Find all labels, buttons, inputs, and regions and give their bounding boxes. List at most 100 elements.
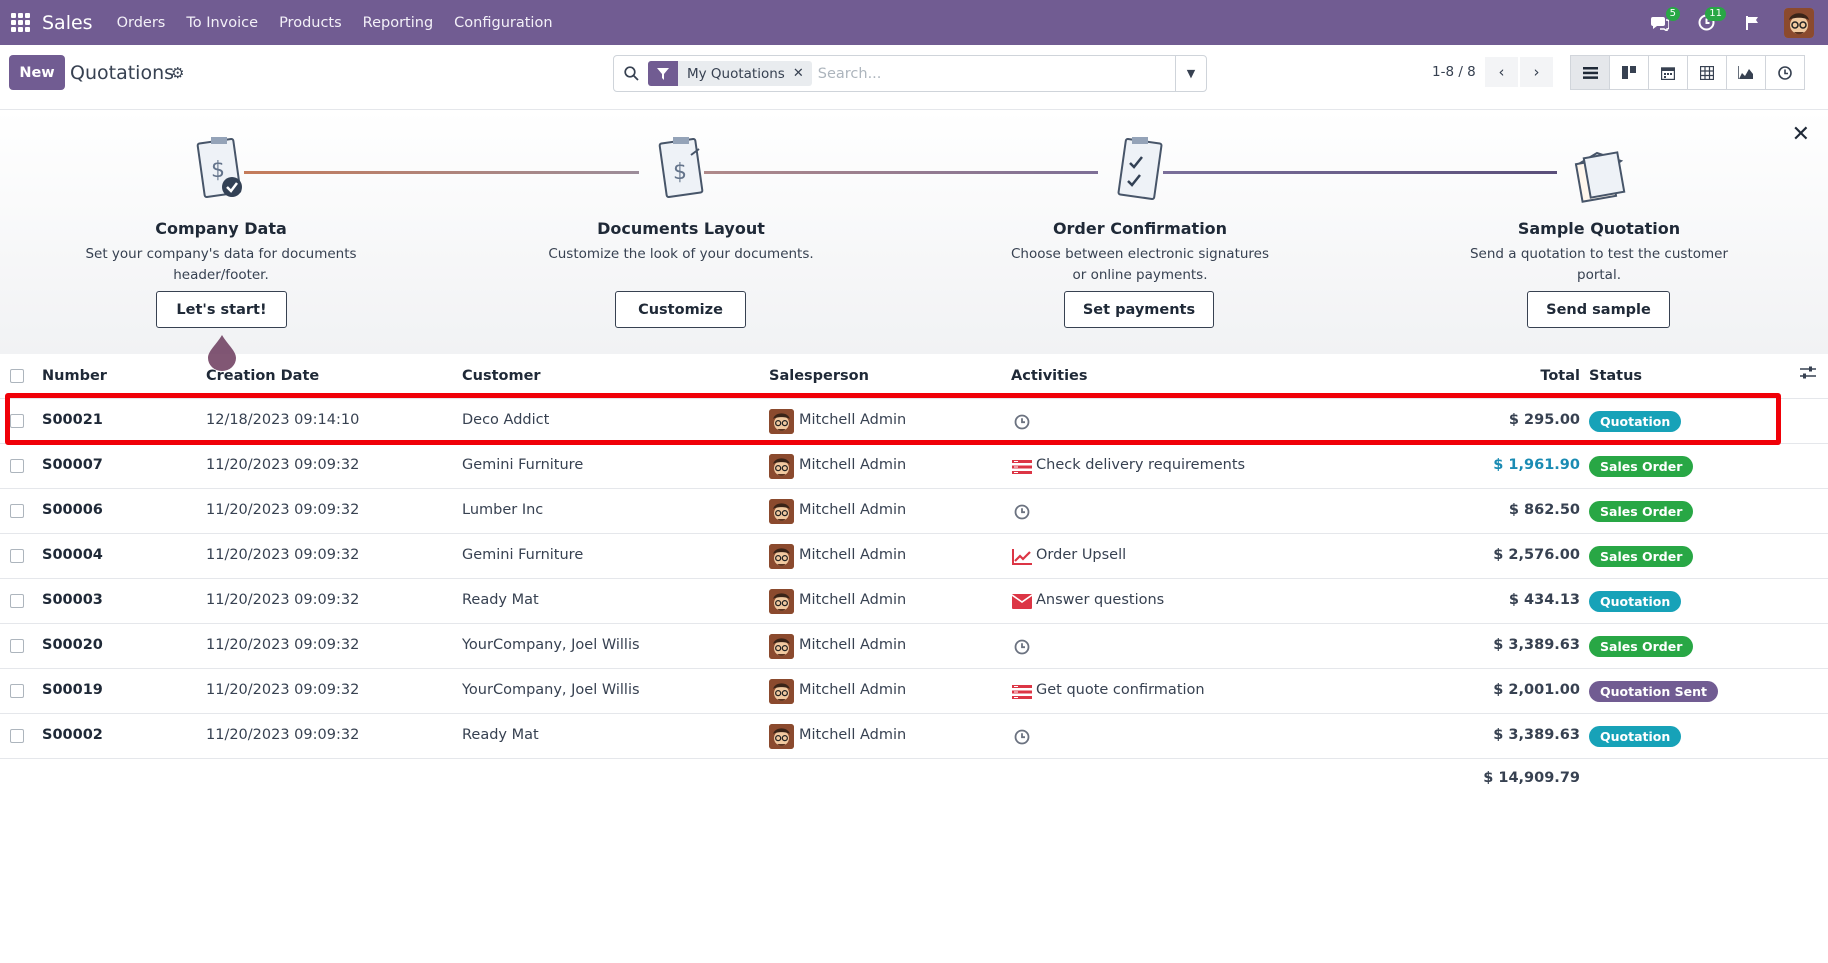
messages-count-badge: 5 — [1665, 6, 1680, 21]
send-document-icon — [1571, 135, 1627, 207]
gear-icon[interactable]: ⚙ — [171, 64, 184, 82]
step-description: Customize the look of your documents. — [531, 244, 831, 265]
step-title: Sample Quotation — [1517, 219, 1681, 238]
table-row[interactable]: S00002 11/20/2023 09:09:32 Ready Mat Mitche… — [0, 714, 1828, 759]
step-description: Set your company's data for documents he… — [71, 244, 371, 286]
search-input[interactable] — [817, 58, 1175, 89]
filter-icon — [648, 61, 678, 86]
row-checkbox[interactable] — [10, 684, 24, 698]
envelope-icon[interactable] — [1011, 591, 1032, 612]
table-row[interactable]: S00007 11/20/2023 09:09:32 Gemini Furnitur… — [0, 444, 1828, 489]
clock-icon[interactable] — [1011, 636, 1032, 657]
activities-clock-icon[interactable]: 11 — [1692, 6, 1726, 37]
new-button[interactable]: New — [9, 55, 65, 90]
step-title: Documents Layout — [597, 219, 765, 238]
salesperson-avatar — [769, 634, 794, 659]
kanban-view-button[interactable] — [1609, 55, 1649, 90]
filter-facet: My Quotations ✕ — [648, 61, 812, 86]
activity-summary[interactable]: Answer questions — [1036, 592, 1164, 608]
svg-text:$: $ — [673, 160, 687, 185]
clock-icon[interactable] — [1011, 501, 1032, 522]
activity-summary[interactable]: Order Upsell — [1036, 547, 1126, 563]
header-total[interactable]: Total — [1480, 368, 1580, 384]
header-salesperson[interactable]: Salesperson — [769, 368, 869, 384]
search-options-toggle[interactable]: ▼ — [1175, 56, 1206, 91]
activity-view-button[interactable] — [1765, 55, 1805, 90]
table-row[interactable]: S00021 12/18/2023 09:14:10 Deco Addict Mitc… — [0, 399, 1828, 444]
table-row[interactable]: S00020 11/20/2023 09:09:32 YourCompany, Jo… — [0, 624, 1828, 669]
row-checkbox[interactable] — [10, 504, 24, 518]
step-desc-line: Send a quotation to test the customer — [1469, 246, 1729, 262]
order-number: S00021 — [42, 412, 103, 428]
tasks-icon[interactable] — [1011, 456, 1032, 477]
pager-next-button[interactable]: › — [1520, 57, 1553, 87]
tasks-icon[interactable] — [1011, 681, 1032, 702]
salesperson-avatar — [769, 454, 794, 479]
step-desc-line: header/footer. — [173, 267, 269, 283]
activity-summary[interactable]: Get quote confirmation — [1036, 682, 1205, 698]
select-all-checkbox[interactable] — [10, 369, 24, 383]
activity-summary[interactable]: Check delivery requirements — [1036, 457, 1245, 473]
row-checkbox[interactable] — [10, 459, 24, 473]
set-payments-button[interactable]: Set payments — [1064, 291, 1214, 328]
step-documents-layout: $ Documents Layout Customize the look of… — [531, 135, 831, 265]
table-row[interactable]: S00006 11/20/2023 09:09:32 Lumber Inc Mitch… — [0, 489, 1828, 534]
menu-reporting[interactable]: Reporting — [363, 15, 434, 31]
messages-icon[interactable]: 5 — [1646, 6, 1680, 37]
row-checkbox[interactable] — [10, 639, 24, 653]
app-brand[interactable]: Sales — [42, 12, 93, 34]
svg-text:$: $ — [211, 158, 225, 183]
sum-total: $ 14,909.79 — [1483, 770, 1580, 786]
header-creation-date[interactable]: Creation Date — [206, 368, 319, 384]
header-customer[interactable]: Customer — [462, 368, 541, 384]
menu-to-invoice[interactable]: To Invoice — [186, 15, 258, 31]
graph-view-button[interactable] — [1726, 55, 1766, 90]
row-checkbox[interactable] — [10, 729, 24, 743]
checklist-icon — [1112, 135, 1168, 207]
calendar-view-button[interactable] — [1648, 55, 1688, 90]
pager-value[interactable]: 1-8 / 8 — [1432, 64, 1476, 80]
clock-icon[interactable] — [1011, 411, 1032, 432]
lets-start-button[interactable]: Let's start! — [156, 291, 287, 328]
pager-previous-button[interactable]: ‹ — [1485, 57, 1518, 87]
salesperson-name: Mitchell Admin — [799, 592, 907, 608]
row-checkbox[interactable] — [10, 414, 24, 428]
column-options-icon[interactable] — [1800, 366, 1816, 384]
menu-products[interactable]: Products — [279, 15, 342, 31]
send-sample-button[interactable]: Send sample — [1527, 291, 1670, 328]
step-desc-line: Customize the look of your documents. — [548, 246, 814, 262]
header-number[interactable]: Number — [42, 368, 107, 384]
table-row[interactable]: S00019 11/20/2023 09:09:32 YourCompany, Jo… — [0, 669, 1828, 714]
view-switcher — [1570, 55, 1805, 90]
apps-menu-icon[interactable] — [11, 12, 31, 33]
flag-icon[interactable] — [1738, 9, 1766, 37]
step-order-confirmation: Order Confirmation Choose between electr… — [990, 135, 1290, 286]
menu-orders[interactable]: Orders — [117, 15, 166, 31]
status-badge: Quotation — [1589, 411, 1682, 432]
row-checkbox[interactable] — [10, 594, 24, 608]
activities-count-badge: 11 — [1705, 6, 1726, 21]
step-title: Order Confirmation — [1052, 219, 1228, 238]
header-activities[interactable]: Activities — [1011, 368, 1088, 384]
step-description: Choose between electronic signatures or … — [990, 244, 1290, 286]
table-row[interactable]: S00004 11/20/2023 09:09:32 Gemini Furnitur… — [0, 534, 1828, 579]
order-number: S00004 — [42, 547, 103, 563]
menu-configuration[interactable]: Configuration — [454, 15, 552, 31]
step-sample-quotation: Sample Quotation Send a quotation to tes… — [1449, 135, 1749, 286]
chart-line-icon[interactable] — [1011, 546, 1032, 567]
list-view-button[interactable] — [1570, 55, 1610, 90]
document-dollar-icon: $ — [193, 135, 249, 207]
search-icon[interactable] — [614, 66, 648, 81]
clock-icon[interactable] — [1011, 726, 1032, 747]
table-row[interactable]: S00003 11/20/2023 09:09:32 Ready Mat Mitche… — [0, 579, 1828, 624]
user-avatar[interactable] — [1784, 7, 1814, 38]
close-icon[interactable]: ✕ — [1792, 122, 1810, 147]
pivot-view-button[interactable] — [1687, 55, 1727, 90]
facet-remove-icon[interactable]: ✕ — [793, 66, 812, 81]
row-checkbox[interactable] — [10, 549, 24, 563]
step-desc-line: Choose between electronic signatures — [1010, 246, 1270, 262]
order-total: $ 2,001.00 — [1493, 682, 1580, 698]
customize-button[interactable]: Customize — [615, 291, 746, 328]
header-status[interactable]: Status — [1589, 368, 1642, 384]
salesperson-name: Mitchell Admin — [799, 727, 907, 743]
